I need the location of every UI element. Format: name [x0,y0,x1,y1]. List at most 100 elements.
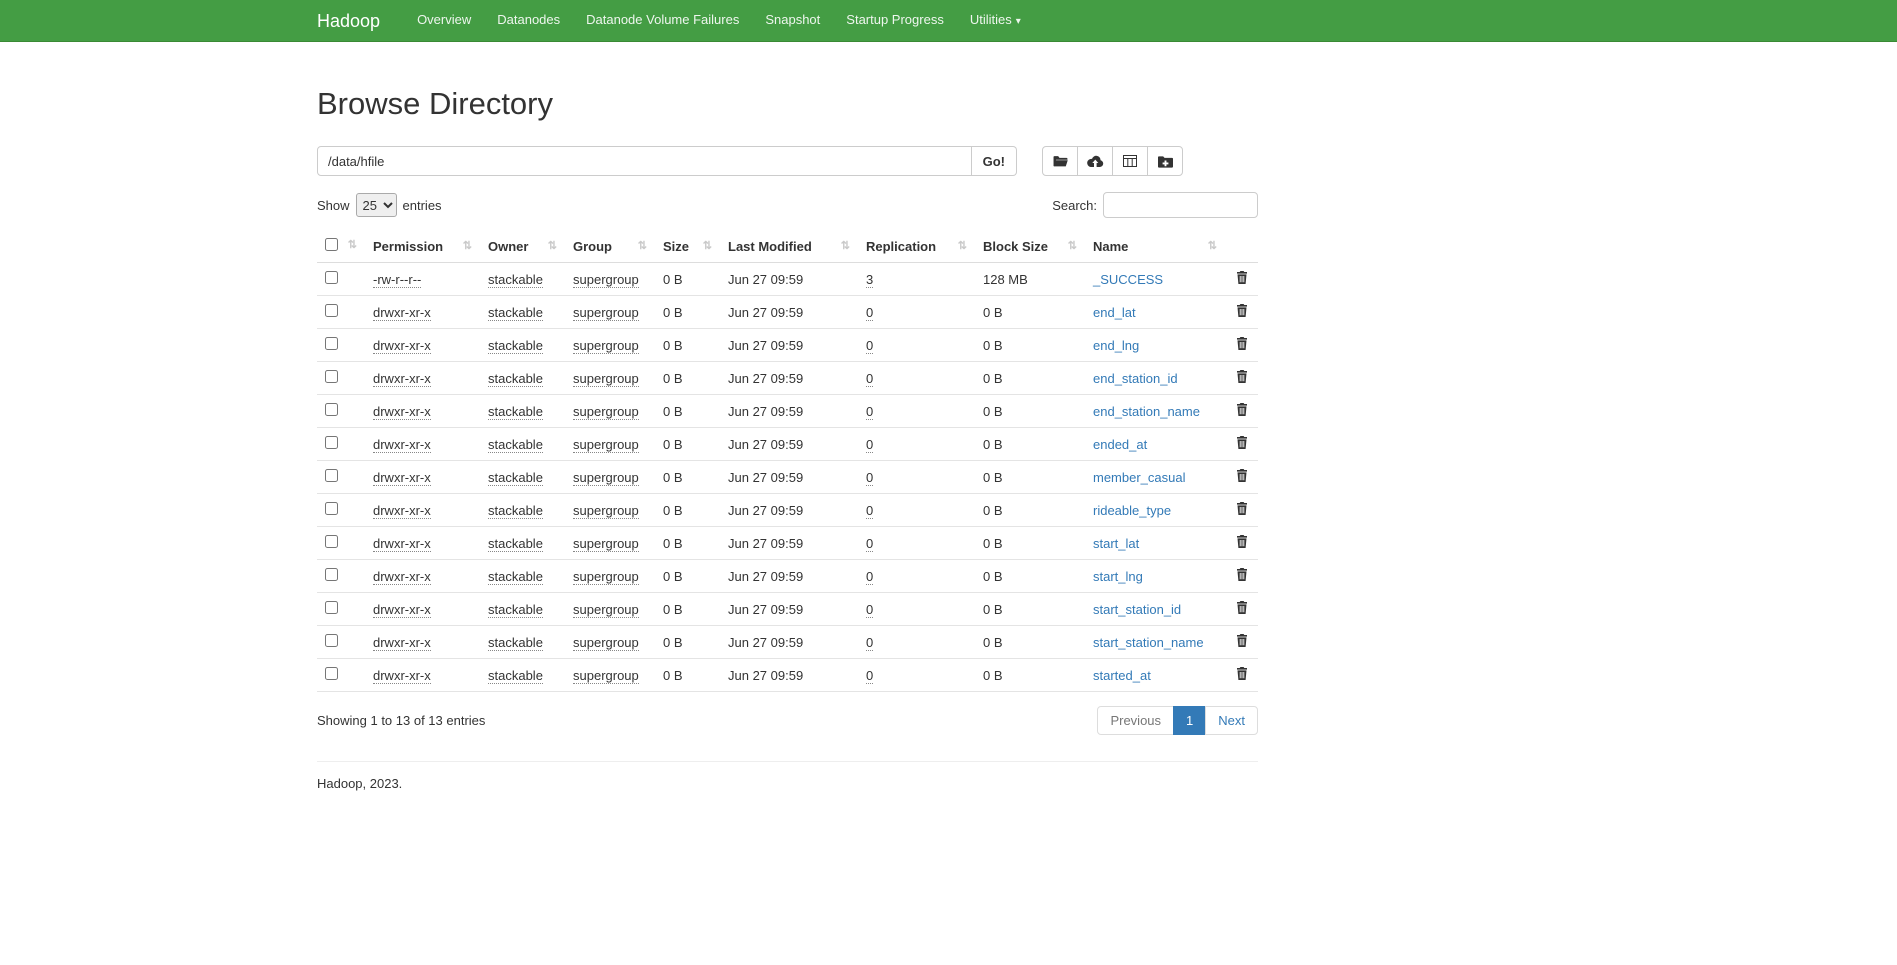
file-name-link[interactable]: end_lng [1093,338,1139,353]
row-checkbox[interactable] [325,601,338,614]
delete-button[interactable] [1236,634,1248,647]
group-cell: supergroup [573,536,639,552]
row-checkbox[interactable] [325,667,338,680]
row-checkbox[interactable] [325,304,338,317]
pagination-next[interactable]: Next [1205,706,1258,735]
table-view-button[interactable] [1112,146,1148,176]
header-size[interactable]: Size ⇅ [655,230,720,263]
entries-summary: Showing 1 to 13 of 13 entries [317,713,485,728]
page-size-select[interactable]: 25 [356,193,397,217]
row-checkbox[interactable] [325,436,338,449]
file-name-link[interactable]: started_at [1093,668,1151,683]
size-cell: 0 B [663,503,683,518]
header-select-all[interactable]: ⇅ [317,230,365,263]
permission-cell: drwxr-xr-x [373,602,431,618]
delete-button[interactable] [1236,568,1248,581]
delete-button[interactable] [1236,502,1248,515]
search-input[interactable] [1103,192,1258,218]
nav-item-utilities-dropdown[interactable]: Utilities▾ [957,0,1034,43]
group-cell: supergroup [573,635,639,651]
size-cell: 0 B [663,668,683,683]
permission-cell: drwxr-xr-x [373,668,431,684]
header-replication[interactable]: Replication ⇅ [858,230,975,263]
file-name-link[interactable]: rideable_type [1093,503,1171,518]
file-name-link[interactable]: end_station_id [1093,371,1178,386]
block-size-cell: 0 B [983,569,1003,584]
table-row: drwxr-xr-x stackable supergroup 0 B Jun … [317,560,1258,593]
replication-cell: 0 [866,536,873,552]
sort-icon: ⇅ [463,239,472,254]
size-cell: 0 B [663,305,683,320]
upload-file-button[interactable] [1077,146,1113,176]
delete-button[interactable] [1236,667,1248,680]
owner-cell: stackable [488,668,543,684]
permission-cell: drwxr-xr-x [373,470,431,486]
delete-button[interactable] [1236,337,1248,350]
header-permission[interactable]: Permission ⇅ [365,230,480,263]
row-checkbox[interactable] [325,469,338,482]
last-modified-cell: Jun 27 09:59 [728,635,803,650]
file-name-link[interactable]: start_station_id [1093,602,1181,617]
header-name[interactable]: Name ⇅ [1085,230,1225,263]
delete-button[interactable] [1236,436,1248,449]
table-row: -rw-r--r-- stackable supergroup 0 B Jun … [317,263,1258,296]
block-size-cell: 0 B [983,338,1003,353]
row-checkbox[interactable] [325,403,338,416]
entries-label: entries [403,198,442,213]
pagination-previous[interactable]: Previous [1097,706,1174,735]
header-group[interactable]: Group ⇅ [565,230,655,263]
nav-item-overview[interactable]: Overview [404,0,484,43]
delete-button[interactable] [1236,271,1248,284]
row-checkbox[interactable] [325,271,338,284]
brand-hadoop[interactable]: Hadoop [317,0,380,42]
directory-path-input[interactable] [317,146,972,176]
table-row: drwxr-xr-x stackable supergroup 0 B Jun … [317,461,1258,494]
header-block-size[interactable]: Block Size ⇅ [975,230,1085,263]
file-name-link[interactable]: start_lat [1093,536,1139,551]
delete-button[interactable] [1236,370,1248,383]
file-name-link[interactable]: ended_at [1093,437,1147,452]
site-footer: Hadoop, 2023. [317,776,1258,791]
delete-button[interactable] [1236,469,1248,482]
delete-button[interactable] [1236,304,1248,317]
trash-icon [1236,568,1248,581]
permission-cell: drwxr-xr-x [373,371,431,387]
block-size-cell: 0 B [983,371,1003,386]
size-cell: 0 B [663,569,683,584]
trash-icon [1236,370,1248,383]
go-button[interactable]: Go! [972,146,1017,176]
file-name-link[interactable]: _SUCCESS [1093,272,1163,287]
header-owner[interactable]: Owner ⇅ [480,230,565,263]
replication-cell: 0 [866,371,873,387]
pagination-page-1[interactable]: 1 [1173,706,1206,735]
group-cell: supergroup [573,602,639,618]
row-checkbox[interactable] [325,370,338,383]
delete-button[interactable] [1236,403,1248,416]
group-cell: supergroup [573,503,639,519]
file-name-link[interactable]: end_lat [1093,305,1136,320]
file-name-link[interactable]: start_station_name [1093,635,1204,650]
row-checkbox[interactable] [325,535,338,548]
open-folder-button[interactable] [1042,146,1078,176]
file-name-link[interactable]: end_station_name [1093,404,1200,419]
row-checkbox[interactable] [325,337,338,350]
delete-button[interactable] [1236,535,1248,548]
row-checkbox[interactable] [325,634,338,647]
create-directory-button[interactable] [1147,146,1183,176]
table-row: drwxr-xr-x stackable supergroup 0 B Jun … [317,296,1258,329]
owner-cell: stackable [488,305,543,321]
nav-item-datanodes[interactable]: Datanodes [484,0,573,43]
file-name-link[interactable]: start_lng [1093,569,1143,584]
file-name-link[interactable]: member_casual [1093,470,1186,485]
nav-item-snapshot[interactable]: Snapshot [752,0,833,43]
header-last-modified[interactable]: Last Modified ⇅ [720,230,858,263]
toolbar-button-group [1042,146,1183,176]
nav-item-startup-progress[interactable]: Startup Progress [833,0,957,43]
nav-item-datanode-volume-failures[interactable]: Datanode Volume Failures [573,0,752,43]
row-checkbox[interactable] [325,502,338,515]
size-cell: 0 B [663,338,683,353]
sort-icon: ⇅ [638,239,647,254]
select-all-checkbox[interactable] [325,238,338,251]
delete-button[interactable] [1236,601,1248,614]
row-checkbox[interactable] [325,568,338,581]
